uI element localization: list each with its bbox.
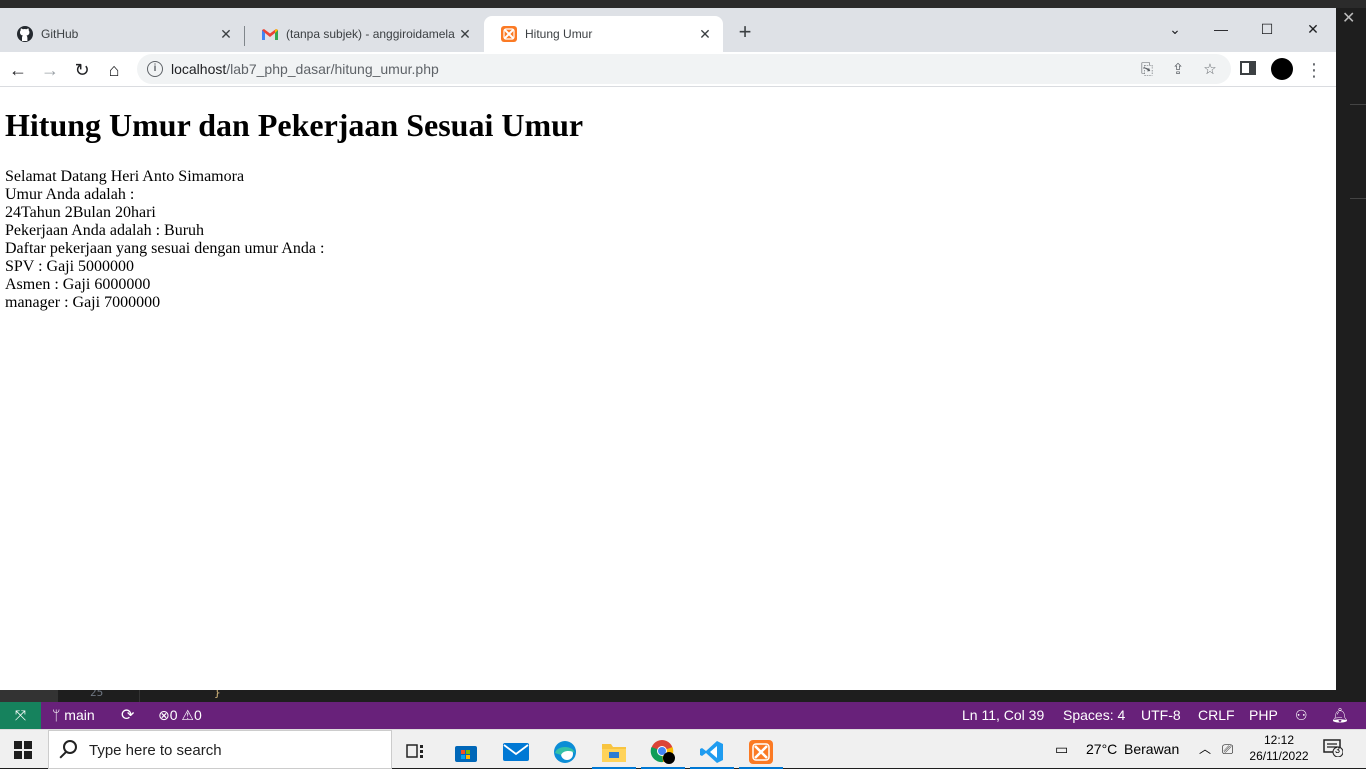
tab-github[interactable]: GitHub ✕ [0, 16, 244, 52]
web-page: Hitung Umur dan Pekerjaan Sesuai Umur Se… [0, 88, 1336, 690]
tab-title: (tanpa subjek) - anggiroidamelati [286, 27, 455, 41]
warning-icon: ⚠ [181, 707, 194, 723]
share-icon[interactable]: ⇪ [1168, 60, 1188, 80]
chrome-icon[interactable] [639, 734, 687, 769]
language-mode[interactable]: PHP [1249, 702, 1278, 729]
bookmark-star-icon[interactable]: ☆ [1200, 60, 1220, 80]
minimize-button[interactable]: — [1198, 14, 1244, 44]
close-icon[interactable]: ✕ [455, 26, 475, 43]
vscode-status-bar: ⤧ ᛘ main ⟳ ⊗0 ⚠0 Ln 11, Col 39 Spaces: 4… [0, 702, 1366, 729]
feedback-icon[interactable]: ⚇ [1295, 702, 1308, 729]
page-content: Selamat Datang Heri Anto Simamora Umur A… [5, 168, 324, 312]
taskbar-clock[interactable]: 12:12 26/11/2022 [1244, 732, 1314, 764]
page-heading: Hitung Umur dan Pekerjaan Sesuai Umur [5, 107, 584, 143]
address-bar[interactable]: i localhost/lab7_php_dasar/hitung_umur.p… [137, 54, 1231, 84]
taskbar-search[interactable]: Type here to search [48, 730, 392, 769]
clock-time: 12:12 [1263, 733, 1295, 747]
tab-title: Hitung Umur [525, 27, 593, 41]
notification-count: 3 [1335, 745, 1341, 755]
job-line: Pekerjaan Anda adalah : Buruh [5, 222, 205, 239]
chrome-window: GitHub ✕ (tanpa subjek) - anggiroidamela… [0, 8, 1336, 690]
weather-icon[interactable]: ▭ [1055, 730, 1068, 769]
bell-icon[interactable]: 🔔︎ [1331, 702, 1349, 729]
forward-button[interactable]: → [36, 56, 64, 84]
reload-button[interactable]: ↻ [68, 56, 96, 84]
indentation[interactable]: Spaces: 4 [1063, 702, 1125, 729]
windows-taskbar: Type here to search ▭ 27°C Berawan ︿ ⎚ 1… [0, 729, 1366, 769]
tab-title: GitHub [41, 27, 79, 41]
desktop-top-edge [0, 0, 1366, 8]
cursor-position[interactable]: Ln 11, Col 39 [962, 702, 1044, 729]
git-branch-icon: ᛘ [52, 707, 61, 723]
edge-icon[interactable] [541, 734, 589, 769]
file-explorer-icon[interactable] [590, 734, 638, 769]
browser-toolbar: ← → ↻ ⌂ i localhost/lab7_php_dasar/hitun… [0, 52, 1336, 87]
age-label: Umur Anda adalah : [5, 186, 135, 203]
vscode-close-icon[interactable]: ✕ [1342, 8, 1355, 28]
clock-date: 26/11/2022 [1249, 749, 1309, 763]
translate-icon[interactable]: ⎘ [1137, 60, 1157, 80]
menu-icon[interactable]: ⋮ [1304, 56, 1324, 84]
vscode-right-edge: ✕ [1336, 0, 1366, 702]
tab-strip: GitHub ✕ (tanpa subjek) - anggiroidamela… [0, 8, 1336, 52]
windows-start-icon[interactable] [14, 741, 32, 759]
greeting-line: Selamat Datang Heri Anto Simamora [5, 168, 245, 185]
xampp-taskbar-icon[interactable] [737, 734, 785, 769]
job-list-label: Daftar pekerjaan yang sesuai dengan umur… [5, 240, 325, 257]
close-icon[interactable]: ✕ [695, 26, 715, 43]
vscode-icon[interactable] [688, 734, 736, 769]
back-button[interactable]: ← [4, 56, 32, 84]
weather-text[interactable]: Berawan [1124, 730, 1179, 769]
vscode-editor-strip: 25 } [0, 690, 1366, 702]
job-item: manager : Gaji 7000000 [5, 294, 161, 311]
side-panel-icon[interactable] [1240, 61, 1256, 75]
weather-temp[interactable]: 27°C [1086, 730, 1117, 769]
network-icon[interactable]: ⎚ [1222, 730, 1233, 769]
task-view-icon[interactable] [392, 734, 440, 769]
error-icon: ⊗ [158, 707, 170, 723]
tab-hitung-umur[interactable]: Hitung Umur ✕ [484, 16, 723, 52]
editor-line-number: 25 [90, 690, 104, 699]
search-icon [63, 740, 77, 754]
chevron-up-icon[interactable]: ︿ [1199, 730, 1211, 769]
profile-avatar[interactable] [1271, 58, 1293, 80]
job-item: SPV : Gaji 5000000 [5, 258, 135, 275]
line-ending[interactable]: CRLF [1198, 702, 1235, 729]
site-info-icon[interactable]: i [147, 61, 163, 77]
close-window-button[interactable]: ✕ [1290, 14, 1336, 44]
job-item: Asmen : Gaji 6000000 [5, 276, 151, 293]
editor-code: } [214, 690, 221, 699]
close-icon[interactable]: ✕ [216, 26, 236, 43]
home-button[interactable]: ⌂ [100, 56, 128, 84]
age-value: 24Tahun 2Bulan 20hari [5, 204, 156, 221]
mail-icon[interactable] [492, 734, 540, 769]
search-placeholder: Type here to search [89, 742, 222, 759]
remote-icon[interactable]: ⤧ [0, 702, 41, 729]
branch-indicator[interactable]: ᛘ main [52, 702, 95, 729]
encoding[interactable]: UTF-8 [1141, 702, 1181, 729]
sync-icon[interactable]: ⟳ [121, 702, 134, 729]
github-icon [17, 26, 33, 42]
xampp-icon [501, 26, 517, 42]
maximize-button[interactable]: ☐ [1244, 14, 1290, 44]
tab-search-icon[interactable]: ⌄ [1152, 14, 1198, 44]
microsoft-store-icon[interactable] [442, 734, 490, 769]
tab-gmail[interactable]: (tanpa subjek) - anggiroidamelati ✕ [245, 16, 483, 52]
new-tab-button[interactable]: + [734, 21, 756, 44]
url-text: localhost/lab7_php_dasar/hitung_umur.php [171, 61, 439, 77]
gmail-icon [262, 26, 278, 42]
problems-indicator[interactable]: ⊗0 ⚠0 [158, 702, 202, 729]
notification-icon[interactable]: 3 [1323, 739, 1344, 758]
